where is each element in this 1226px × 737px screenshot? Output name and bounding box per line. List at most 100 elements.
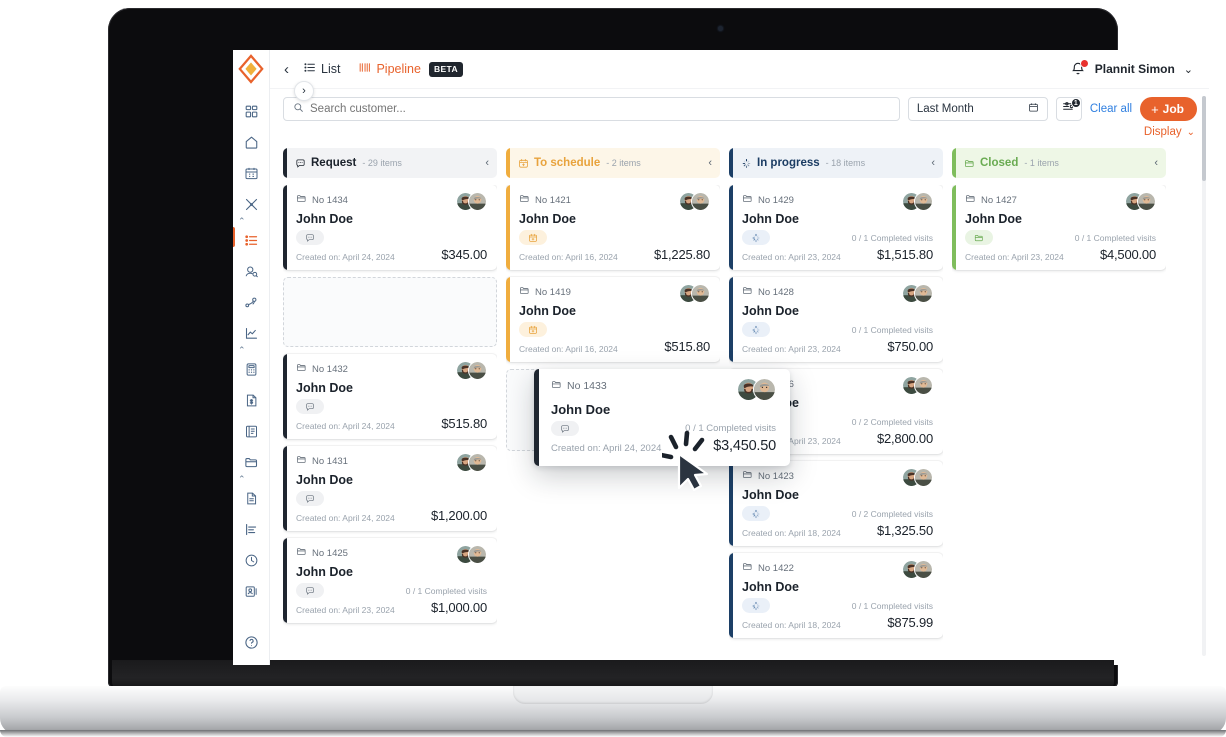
notification-bell-icon[interactable] <box>1070 59 1089 77</box>
sidebar-item-timesheet[interactable] <box>238 549 264 571</box>
assignee-avatars[interactable] <box>456 361 487 380</box>
back-button[interactable]: ‹ <box>280 61 303 78</box>
drop-placeholder[interactable] <box>283 277 497 347</box>
plus-icon: + <box>1151 101 1159 117</box>
tab-pipeline[interactable]: Pipeline <box>358 61 421 77</box>
sidebar-item-activity[interactable] <box>238 518 264 540</box>
sidebar-item-tools[interactable] <box>238 193 264 215</box>
card-status-pill[interactable] <box>742 230 770 245</box>
column-accent-bar <box>506 148 510 178</box>
column-collapse-button[interactable]: ‹ <box>1154 157 1158 169</box>
card-status-pill[interactable] <box>742 598 770 613</box>
folder-icon <box>965 193 976 207</box>
card-status-pill[interactable] <box>965 230 993 245</box>
assignee-avatars[interactable] <box>456 192 487 211</box>
job-card[interactable]: No 1423 John Doe 0 / 2 Completed visits Cre… <box>729 461 943 546</box>
job-card[interactable]: No 1431 John Doe Created on: April 24, 202… <box>283 446 497 531</box>
assignee-avatars[interactable] <box>902 560 933 579</box>
column-collapse-button[interactable]: ‹ <box>485 157 489 169</box>
app-logo[interactable] <box>237 54 265 84</box>
sidebar-expand-button[interactable]: › <box>294 81 314 101</box>
sidebar-item-files[interactable] <box>238 451 264 473</box>
sidebar-item-documents[interactable] <box>238 487 264 509</box>
assignee-avatars[interactable] <box>1125 192 1156 211</box>
job-card[interactable]: No 1432 John Doe Created on: April 24, 202… <box>283 354 497 439</box>
scrollbar-thumb[interactable] <box>1202 96 1206 181</box>
card-status-bar <box>283 538 287 623</box>
sidebar-item-dashboard[interactable] <box>238 100 264 122</box>
display-dropdown[interactable]: Display ⌄ <box>1144 126 1195 138</box>
column-title: To schedule <box>518 157 600 169</box>
card-status-pill[interactable] <box>519 322 547 337</box>
column-title: Request <box>295 157 356 169</box>
date-range-select[interactable]: Last Month <box>907 97 1048 121</box>
sidebar-item-calendar[interactable] <box>238 162 264 184</box>
assignee-avatars[interactable] <box>456 545 487 564</box>
job-card[interactable]: No 1434 John Doe Created on: April 24, 202… <box>283 185 497 270</box>
tab-list[interactable]: List <box>303 61 340 77</box>
assignee-avatars[interactable] <box>902 468 933 487</box>
created-date: Created on: April 16, 2024 <box>519 344 618 354</box>
question-circle-icon[interactable] <box>238 631 264 653</box>
chevron-up-icon[interactable]: ⌃ <box>238 475 264 484</box>
job-card[interactable]: No 1419 John Doe Created on: April 16, 202… <box>506 277 720 362</box>
search-input[interactable] <box>310 103 890 115</box>
sidebar-item-books[interactable] <box>238 420 264 442</box>
assignee-avatars[interactable] <box>679 284 710 303</box>
sidebar-item-reports[interactable] <box>238 322 264 344</box>
filter-settings-button[interactable]: 1 <box>1055 97 1082 121</box>
card-amount: $1,000.00 <box>430 600 487 615</box>
avatar <box>691 284 710 303</box>
search-box[interactable] <box>283 97 900 121</box>
card-amount: $1,325.50 <box>876 523 933 538</box>
card-status-pill[interactable] <box>742 506 770 521</box>
created-date: Created on: April 24, 2024 <box>296 252 395 262</box>
assignee-avatars[interactable] <box>902 192 933 211</box>
clear-all-button[interactable]: Clear all <box>1090 103 1132 115</box>
assignee-avatars[interactable] <box>902 284 933 303</box>
job-card[interactable]: No 1429 John Doe 0 / 1 Completed visits Cre… <box>729 185 943 270</box>
column-collapse-button[interactable]: ‹ <box>931 157 935 169</box>
card-status-bar <box>283 354 287 439</box>
vertical-scrollbar[interactable] <box>1202 96 1206 656</box>
card-amount: $515.80 <box>441 416 487 431</box>
card-status-pill[interactable] <box>296 230 324 245</box>
job-card[interactable]: No 1421 John Doe Created on: April 16, 202… <box>506 185 720 270</box>
chevron-up-icon[interactable]: ⌃ <box>238 217 264 226</box>
assignee-avatars[interactable] <box>902 376 933 395</box>
mouse-cursor <box>658 430 716 492</box>
assignee-avatars[interactable] <box>737 378 776 401</box>
filter-count-badge: 1 <box>1070 98 1081 108</box>
avatar <box>468 361 487 380</box>
card-status-pill[interactable] <box>742 322 770 337</box>
card-status-pill[interactable] <box>519 230 547 245</box>
sidebar-item-invoices[interactable] <box>238 389 264 411</box>
card-status-pill[interactable] <box>296 399 324 414</box>
job-card[interactable]: No 1427 John Doe 0 / 1 Completed visits Cre… <box>952 185 1166 270</box>
card-status-pill[interactable] <box>551 421 579 436</box>
sidebar-item-contacts[interactable] <box>238 580 264 602</box>
job-card[interactable]: No 1425 John Doe 0 / 1 Completed visits Cre… <box>283 538 497 623</box>
job-card[interactable]: No 1422 John Doe 0 / 1 Completed visits Cre… <box>729 553 943 638</box>
sidebar-item-jobs[interactable] <box>233 227 264 251</box>
chevron-up-icon[interactable]: ⌃ <box>238 346 264 355</box>
sidebar-item-home[interactable] <box>238 131 264 153</box>
customer-name: John Doe <box>551 402 611 417</box>
sidebar-item-customers[interactable] <box>238 260 264 282</box>
completed-visits: 0 / 2 Completed visits <box>851 416 933 427</box>
chevron-down-icon[interactable]: ⌄ <box>1184 63 1193 76</box>
job-card[interactable]: No 1428 John Doe 0 / 1 Completed visits Cre… <box>729 277 943 362</box>
card-amount: $750.00 <box>887 339 933 354</box>
sidebar-item-routes[interactable] <box>238 291 264 313</box>
column-header: To schedule - 2 items ‹ <box>506 148 720 178</box>
sidebar-item-accounting[interactable] <box>238 358 264 380</box>
card-status-pill[interactable] <box>296 583 324 598</box>
card-status-pill[interactable] <box>296 491 324 506</box>
card-status-bar <box>952 185 956 270</box>
column-collapse-button[interactable]: ‹ <box>708 157 712 169</box>
completed-visits: 0 / 1 Completed visits <box>405 585 487 596</box>
add-job-button[interactable]: + Job <box>1140 97 1197 121</box>
assignee-avatars[interactable] <box>456 453 487 472</box>
display-label: Display <box>1143 126 1182 138</box>
assignee-avatars[interactable] <box>679 192 710 211</box>
